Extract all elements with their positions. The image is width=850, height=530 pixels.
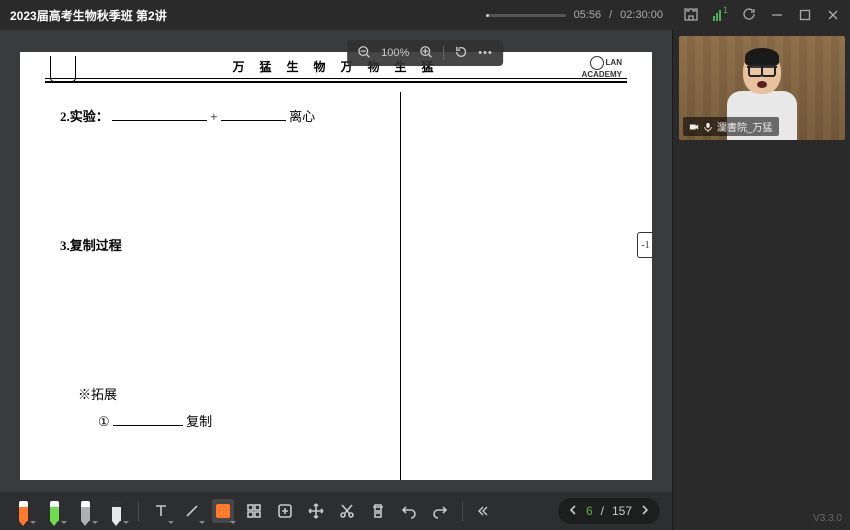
current-page[interactable]: 6 [586, 504, 593, 518]
close-button[interactable] [826, 8, 840, 22]
grid-tool[interactable] [243, 499, 265, 523]
castle-icon[interactable] [683, 7, 699, 24]
time-current: 05:56 [574, 9, 602, 21]
zoom-toolbar: 100% ••• [347, 40, 503, 66]
redo-button[interactable] [429, 499, 451, 523]
delete-tool[interactable] [367, 499, 389, 523]
version-label: V3.3.0 [813, 513, 842, 524]
window-title: 2023届高考生物秋季班 第2讲 [10, 7, 167, 24]
extension-label: ※拓展 [78, 384, 390, 403]
annotation-toolbar: 6 / 157 [0, 492, 672, 530]
shape-tool[interactable] [212, 499, 234, 523]
column-divider [400, 92, 401, 480]
next-page-button[interactable] [640, 504, 650, 518]
extension-item-1: ① 复制 [98, 411, 390, 430]
document-viewport: 万 猛 生 物 万 物 生 猛 LAN ACADEMY -1 2.实验： + 离… [0, 30, 672, 495]
presenter-video[interactable]: 瀾書院_万猛 [679, 36, 845, 140]
cut-tool[interactable] [336, 499, 358, 523]
zoom-out-button[interactable] [357, 45, 371, 62]
blank-field [113, 412, 183, 426]
total-pages: 157 [612, 504, 632, 518]
section-3: 3.复制过程 [60, 235, 390, 254]
signal-indicator: 1 [713, 10, 728, 21]
blank-field [221, 107, 286, 121]
pen-green[interactable] [43, 499, 65, 523]
rotate-button[interactable] [454, 45, 468, 62]
move-tool[interactable] [305, 499, 327, 523]
more-icon[interactable]: ••• [478, 47, 493, 59]
page-side-tab[interactable]: -1 [637, 232, 652, 258]
progress-bar[interactable] [486, 14, 566, 17]
eraser-tool[interactable] [105, 499, 127, 523]
mic-icon [703, 122, 713, 132]
prev-page-button[interactable] [568, 504, 578, 518]
pen-orange[interactable] [12, 499, 34, 523]
minimize-button[interactable] [770, 8, 784, 22]
page-navigator: 6 / 157 [558, 498, 660, 524]
section-2: 2.实验： + 离心 [60, 106, 390, 125]
blank-field [112, 107, 207, 121]
refresh-icon[interactable] [742, 7, 756, 24]
collapse-toolbar-button[interactable] [474, 499, 496, 523]
pen-gray[interactable] [74, 499, 96, 523]
time-total: 02:30:00 [620, 9, 663, 21]
maximize-button[interactable] [798, 8, 812, 22]
playback-info: 05:56 / 02:30:00 [486, 9, 663, 21]
zoom-in-button[interactable] [419, 45, 433, 62]
doc-header: 万 猛 生 物 万 物 生 猛 LAN ACADEMY [20, 58, 652, 75]
title-bar: 2023届高考生物秋季班 第2讲 05:56 / 02:30:00 1 [0, 0, 850, 30]
line-tool[interactable] [181, 499, 203, 523]
document-page: 万 猛 生 物 万 物 生 猛 LAN ACADEMY -1 2.实验： + 离… [20, 52, 652, 480]
add-page-button[interactable] [274, 499, 296, 523]
zoom-level[interactable]: 100% [381, 47, 409, 59]
side-panel: 瀾書院_万猛 V3.3.0 [672, 30, 850, 530]
presenter-label: 瀾書院_万猛 [683, 117, 779, 136]
logo-right: LAN ACADEMY [562, 56, 622, 79]
doc-content: 2.实验： + 离心 3.复制过程 ※拓展 ① 复制 [60, 102, 390, 480]
undo-button[interactable] [398, 499, 420, 523]
text-tool[interactable] [150, 499, 172, 523]
camera-icon [689, 122, 699, 132]
